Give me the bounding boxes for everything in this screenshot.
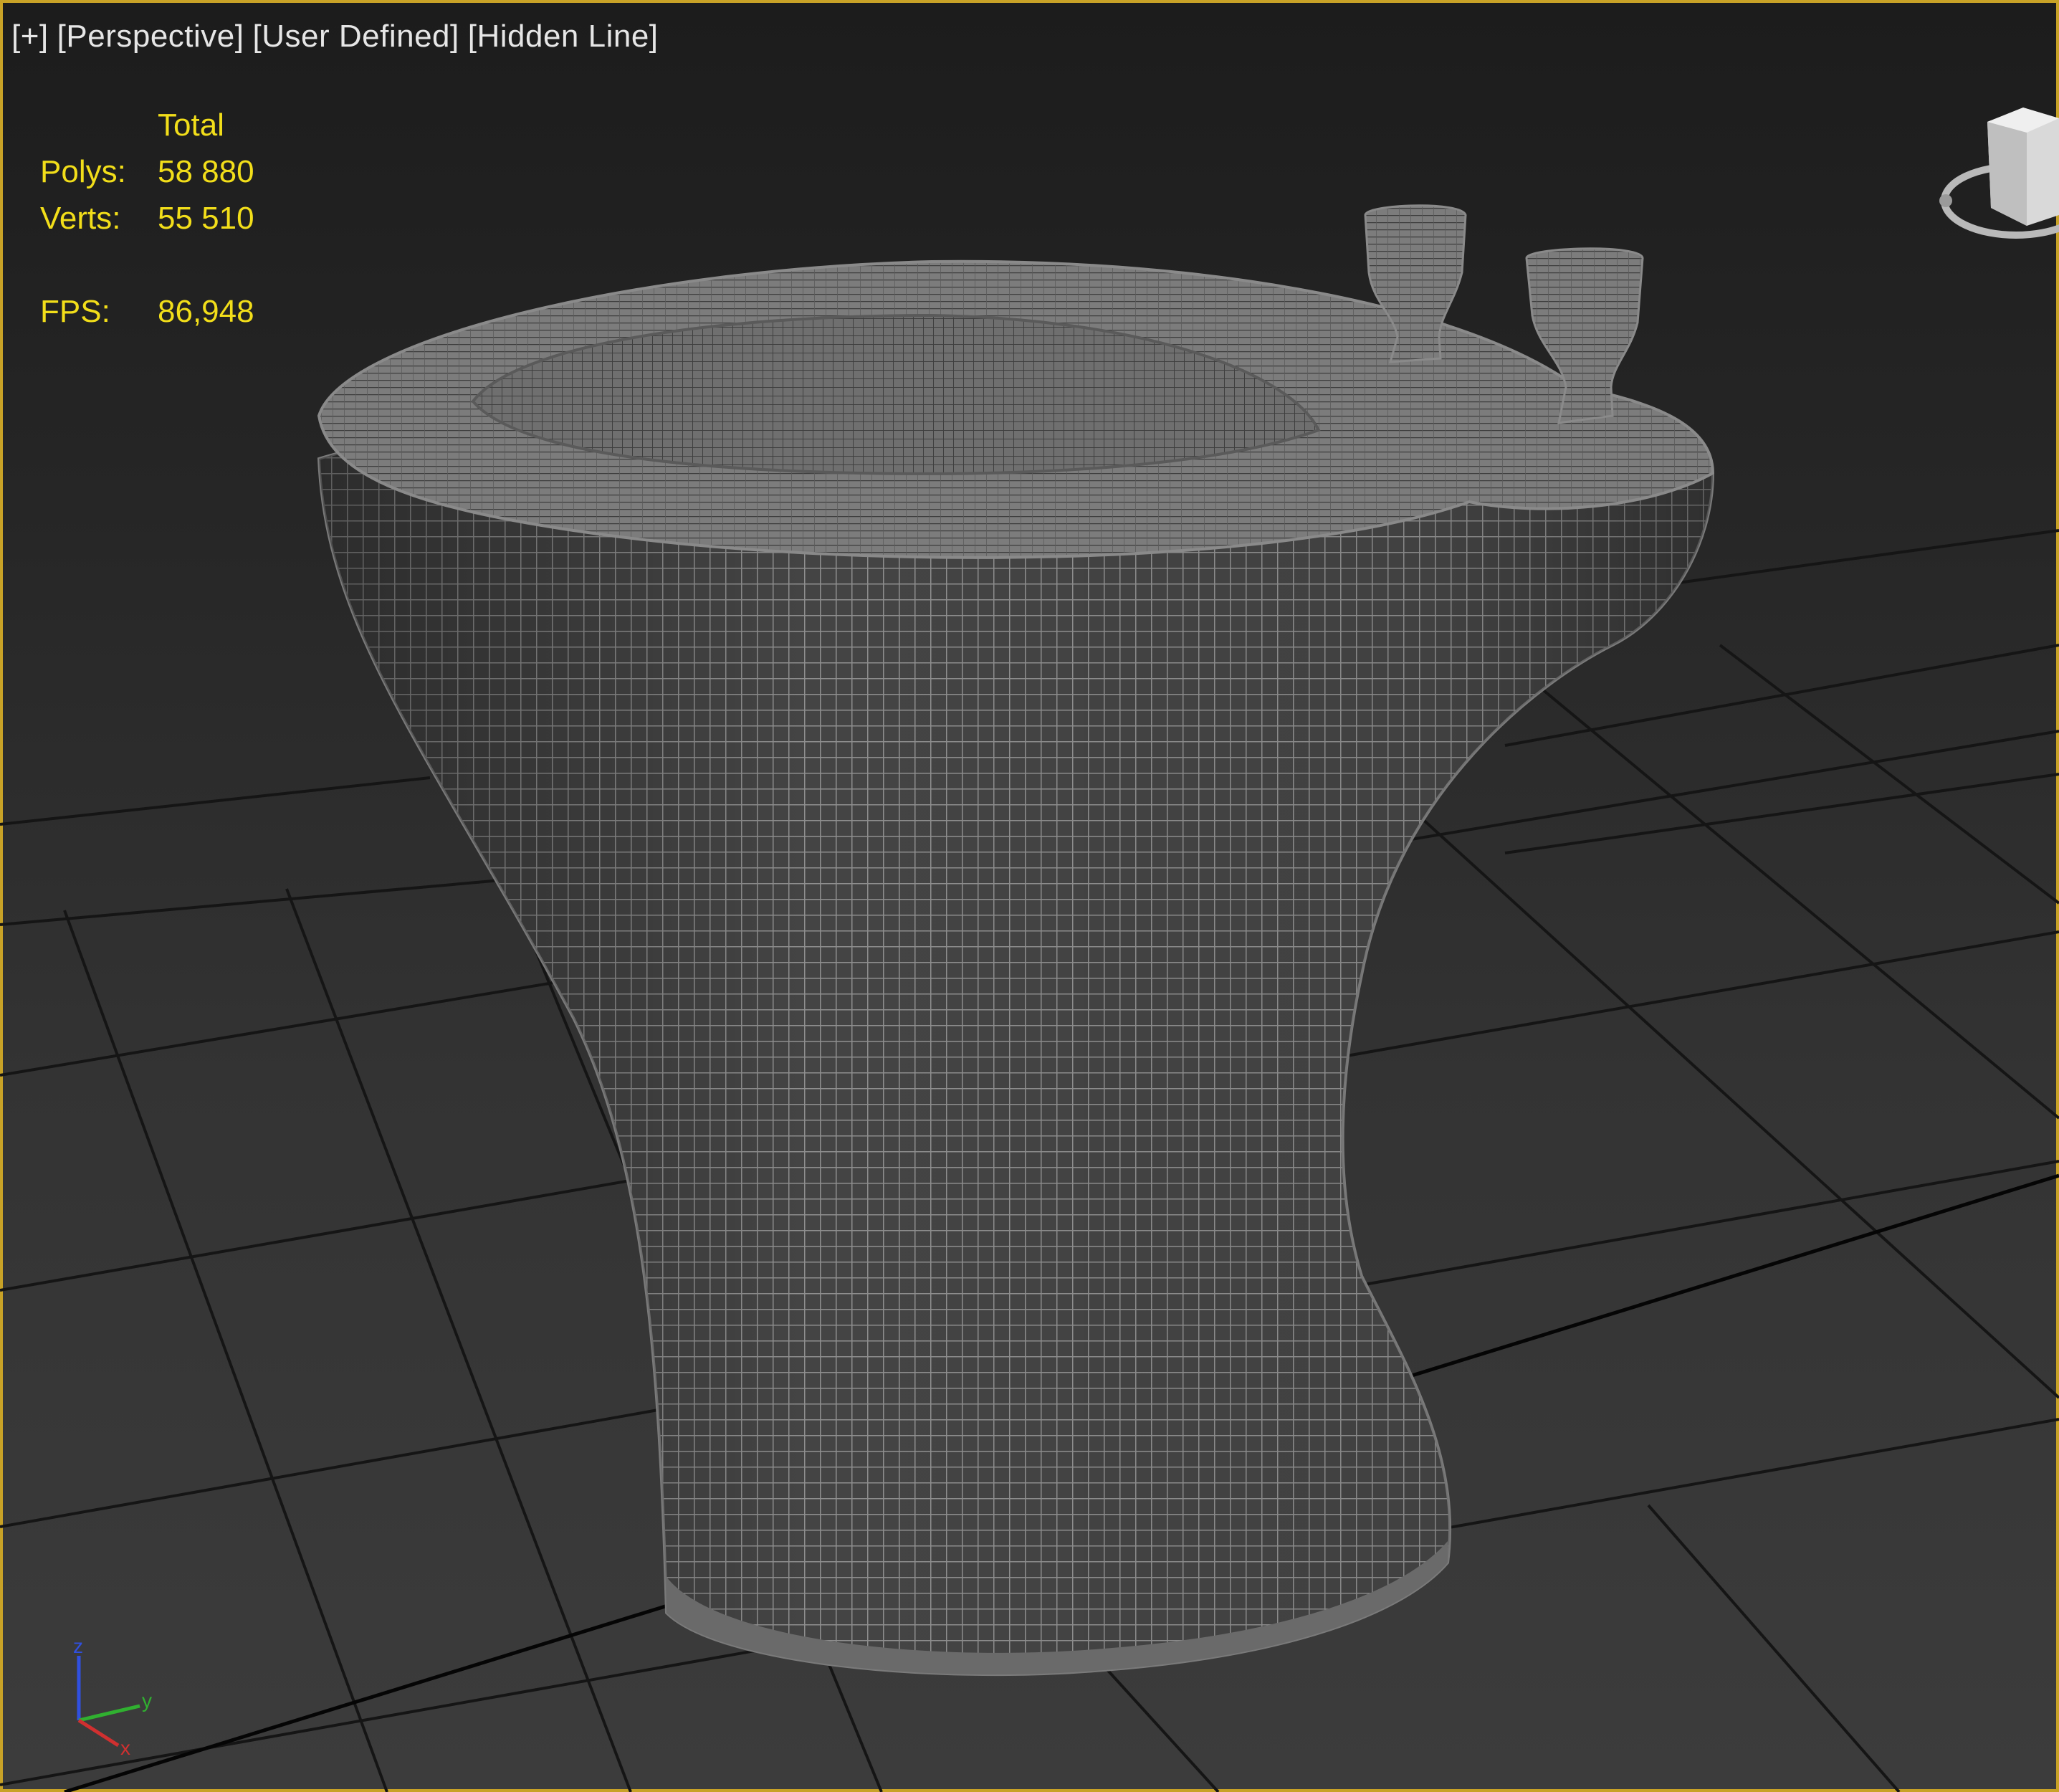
viewport-point-of-view-menu[interactable]: [Perspective] <box>57 19 244 54</box>
viewport-camera-menu[interactable]: [User Defined] <box>253 19 459 54</box>
viewport-general-menu[interactable]: [+] <box>11 19 49 54</box>
viewport-shading-menu[interactable]: [Hidden Line] <box>468 19 659 54</box>
axis-z-label: z <box>73 1635 83 1657</box>
perspective-viewport[interactable]: [+] [Perspective] [User Defined] [Hidden… <box>0 0 2059 1792</box>
bidet-mesh[interactable] <box>317 204 1715 1677</box>
polys-label: Polys: <box>40 154 126 189</box>
verts-label: Verts: <box>40 201 121 236</box>
axis-y-label: y <box>142 1689 152 1712</box>
polys-value: 58 880 <box>158 154 254 189</box>
scene-canvas[interactable] <box>0 0 2059 1792</box>
verts-value: 55 510 <box>158 201 254 236</box>
axis-x-label: x <box>120 1737 130 1759</box>
axis-tripod-icon: z y x <box>73 1635 152 1759</box>
stats-header: Total <box>158 108 224 143</box>
fps-value: 86,948 <box>158 294 254 329</box>
viewport-label-menu: [+] [Perspective] [User Defined] [Hidden… <box>11 19 659 54</box>
viewcube-icon[interactable] <box>1937 108 2059 251</box>
fps-label: FPS: <box>40 294 110 329</box>
